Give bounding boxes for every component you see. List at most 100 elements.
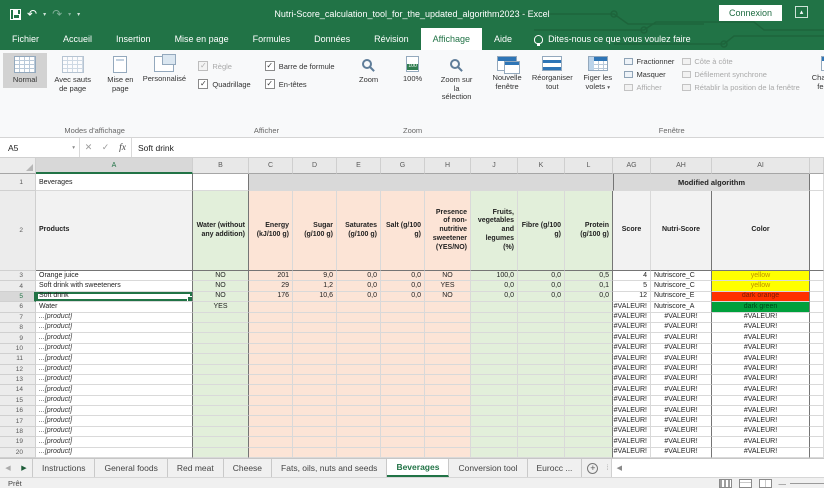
- header-energy[interactable]: Energy (kJ/100 g): [249, 191, 293, 271]
- row-header-13[interactable]: 13: [0, 375, 36, 385]
- cell-C20[interactable]: [249, 448, 293, 458]
- cell-D7[interactable]: [293, 313, 337, 323]
- cell-D16[interactable]: [293, 406, 337, 416]
- cell-C10[interactable]: [249, 344, 293, 354]
- cell-K16[interactable]: [518, 406, 565, 416]
- cell-K20[interactable]: [518, 448, 565, 458]
- row-header-7[interactable]: 7: [0, 313, 36, 323]
- cell-AI14[interactable]: #VALEUR!: [712, 385, 810, 395]
- cell-AH11[interactable]: #VALEUR!: [651, 354, 712, 364]
- cell-K17[interactable]: [518, 416, 565, 426]
- cell-A20[interactable]: ...[product]: [36, 448, 193, 458]
- cell-K7[interactable]: [518, 313, 565, 323]
- sheet-tab-beverages[interactable]: Beverages: [387, 459, 449, 477]
- cell-AH16[interactable]: #VALEUR!: [651, 406, 712, 416]
- cell-C9[interactable]: [249, 333, 293, 343]
- cell-extra-4[interactable]: [810, 281, 824, 291]
- barre-formule-checkbox-icon[interactable]: ✓: [265, 61, 275, 71]
- cell-C14[interactable]: [249, 385, 293, 395]
- cell-B18[interactable]: [193, 427, 249, 437]
- cell-G4[interactable]: 0,0: [381, 281, 425, 291]
- undo-icon[interactable]: ↶: [27, 8, 37, 20]
- cell-L15[interactable]: [565, 396, 613, 406]
- sheet-tab-conversion-tool[interactable]: Conversion tool: [449, 459, 527, 477]
- cell-L18[interactable]: [565, 427, 613, 437]
- cell-AI9[interactable]: #VALEUR!: [712, 333, 810, 343]
- cell-L4[interactable]: 0,1: [565, 281, 613, 291]
- cell-G5[interactable]: 0,0: [381, 292, 425, 302]
- tab-fichier[interactable]: Fichier: [0, 28, 51, 50]
- cell-H19[interactable]: [425, 437, 471, 447]
- sheet-tab-instructions[interactable]: Instructions: [32, 459, 95, 477]
- cell-extra-20[interactable]: [810, 448, 824, 458]
- cell-B19[interactable]: [193, 437, 249, 447]
- row-header-18[interactable]: 18: [0, 427, 36, 437]
- cell-AG5[interactable]: 12: [613, 292, 651, 302]
- cell-A13[interactable]: ...[product]: [36, 375, 193, 385]
- cell-AG6[interactable]: #VALEUR!: [613, 302, 651, 312]
- row-header-20[interactable]: 20: [0, 448, 36, 458]
- cell-A1[interactable]: Beverages: [36, 174, 193, 191]
- cell-extra-9[interactable]: [810, 333, 824, 343]
- tab-revision[interactable]: Révision: [362, 28, 421, 50]
- column-header-AH[interactable]: AH: [651, 158, 712, 174]
- cell-E12[interactable]: [337, 365, 381, 375]
- column-header-AI[interactable]: AI: [712, 158, 810, 174]
- insert-function-icon[interactable]: fx: [114, 143, 131, 153]
- cell-extra-6[interactable]: [810, 302, 824, 312]
- cell-AI16[interactable]: #VALEUR!: [712, 406, 810, 416]
- cell-B11[interactable]: [193, 354, 249, 364]
- cell-AI8[interactable]: #VALEUR!: [712, 323, 810, 333]
- cell-E11[interactable]: [337, 354, 381, 364]
- cell-B10[interactable]: [193, 344, 249, 354]
- cell-D12[interactable]: [293, 365, 337, 375]
- cell-AI6[interactable]: dark green: [712, 302, 810, 312]
- en-tetes-checkbox-icon[interactable]: ✓: [265, 79, 275, 89]
- checkbox-quadrillage[interactable]: ✓Quadrillage: [198, 79, 250, 89]
- arrange-all-button[interactable]: Réorganiser tout: [530, 53, 576, 94]
- cell-C13[interactable]: [249, 375, 293, 385]
- cell-extra-17[interactable]: [810, 416, 824, 426]
- tab-donnees[interactable]: Données: [302, 28, 362, 50]
- horizontal-scrollbar[interactable]: ◀: [611, 459, 824, 477]
- cell-L11[interactable]: [565, 354, 613, 364]
- cell-H11[interactable]: [425, 354, 471, 364]
- cell-B1[interactable]: [193, 174, 249, 191]
- cell-AG14[interactable]: #VALEUR!: [613, 385, 651, 395]
- cell-D6[interactable]: [293, 302, 337, 312]
- cell-G9[interactable]: [381, 333, 425, 343]
- cell-J15[interactable]: [471, 396, 518, 406]
- sheet-tab-fats-oils-nuts-and-seeds[interactable]: Fats, oils, nuts and seeds: [272, 459, 387, 477]
- page-layout-status-icon[interactable]: [739, 479, 752, 488]
- cell-D13[interactable]: [293, 375, 337, 385]
- cell-G6[interactable]: [381, 302, 425, 312]
- cell-A7[interactable]: ...[product]: [36, 313, 193, 323]
- cell-AG8[interactable]: #VALEUR!: [613, 323, 651, 333]
- cell-extra-12[interactable]: [810, 365, 824, 375]
- header-protein[interactable]: Protein (g/100 g): [565, 191, 613, 271]
- cell-K14[interactable]: [518, 385, 565, 395]
- cell-AH13[interactable]: #VALEUR!: [651, 375, 712, 385]
- cell-AH17[interactable]: #VALEUR!: [651, 416, 712, 426]
- cell-L14[interactable]: [565, 385, 613, 395]
- cell-extra-3[interactable]: [810, 271, 824, 281]
- cell-J16[interactable]: [471, 406, 518, 416]
- tab-insertion[interactable]: Insertion: [104, 28, 163, 50]
- cell-C3[interactable]: 201: [249, 271, 293, 281]
- cell-AG19[interactable]: #VALEUR!: [613, 437, 651, 447]
- zoom-100-button[interactable]: 100%: [391, 53, 435, 87]
- cell-H17[interactable]: [425, 416, 471, 426]
- checkbox-en-tetes[interactable]: ✓En-têtes: [265, 79, 335, 89]
- row-header-10[interactable]: 10: [0, 344, 36, 354]
- cell-AH8[interactable]: #VALEUR!: [651, 323, 712, 333]
- cell-H6[interactable]: [425, 302, 471, 312]
- cell-AI11[interactable]: #VALEUR!: [712, 354, 810, 364]
- cell-B13[interactable]: [193, 375, 249, 385]
- cell-K12[interactable]: [518, 365, 565, 375]
- normal-view-status-icon[interactable]: [719, 479, 732, 488]
- cell-AH4[interactable]: Nutriscore_C: [651, 281, 712, 291]
- cell-AH15[interactable]: #VALEUR!: [651, 396, 712, 406]
- cell-AI13[interactable]: #VALEUR!: [712, 375, 810, 385]
- cell-G19[interactable]: [381, 437, 425, 447]
- cell-K11[interactable]: [518, 354, 565, 364]
